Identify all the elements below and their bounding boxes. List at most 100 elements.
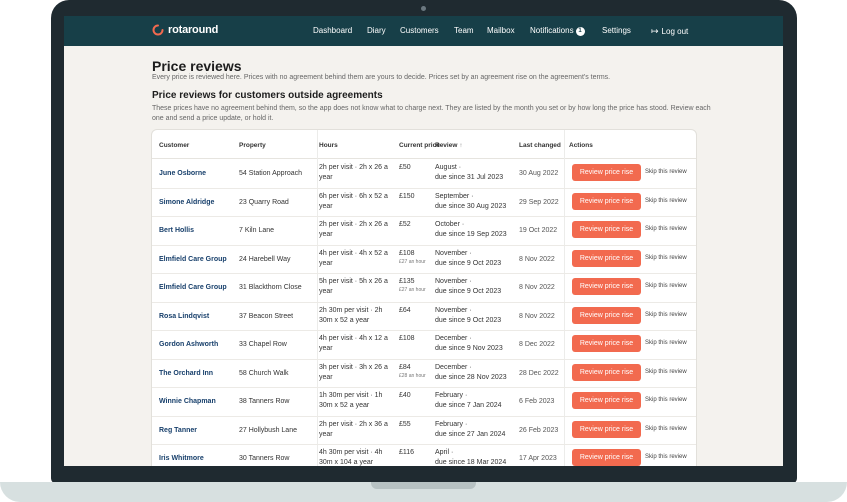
customer-name[interactable]: The Orchard Inn xyxy=(159,370,213,377)
laptop-notch xyxy=(371,482,476,489)
last-changed-date: 8 Nov 2022 xyxy=(519,255,555,263)
hours-cell: 2h per visit · 2h x 36 a year xyxy=(319,420,388,440)
current-price: £50 xyxy=(399,164,411,171)
review-month: February · xyxy=(435,420,468,428)
review-price-rise-button[interactable]: Review price rise xyxy=(572,249,641,267)
skip-review-link[interactable]: Skip this review xyxy=(645,169,687,175)
current-price: £52 xyxy=(399,221,411,228)
customer-name[interactable]: June Osborne xyxy=(159,170,206,177)
review-due: due since 30 Aug 2023 xyxy=(435,202,507,210)
skip-review-link[interactable]: Skip this review xyxy=(645,283,687,289)
nav-settings[interactable]: Settings xyxy=(602,26,631,35)
customer-name[interactable]: Iris Whitmore xyxy=(159,455,204,462)
header-review[interactable]: Review ↑ xyxy=(435,142,462,149)
hours-line: 3h per visit · 3h x 26 a xyxy=(319,363,388,371)
brand-logo[interactable]: rotaround xyxy=(152,24,218,36)
skip-review-link[interactable]: Skip this review xyxy=(645,198,687,204)
current-price: £108 xyxy=(399,249,415,257)
review-price-rise-button[interactable]: Review price rise xyxy=(572,221,641,238)
skip-review-link[interactable]: Skip this review xyxy=(645,397,687,403)
property-address: 37 Beacon Street xyxy=(239,312,294,320)
nav-team[interactable]: Team xyxy=(454,26,474,35)
hours-cell: 4h 30m per visit · 4h 30m x 104 a year xyxy=(319,448,382,466)
hours-line: year xyxy=(319,430,333,438)
review-due: due since 9 Oct 2023 xyxy=(435,259,502,267)
review-month: April · xyxy=(435,449,454,456)
nav-mailbox[interactable]: Mailbox xyxy=(487,26,515,35)
review-price-rise-button[interactable]: Review price rise xyxy=(572,392,641,409)
table-row: Rosa Lindqvist 37 Beacon Street 2h 30m per… xyxy=(152,302,696,331)
review-month: December · xyxy=(435,335,472,342)
skip-review-link[interactable]: Skip this review xyxy=(645,426,687,432)
current-price: £64 xyxy=(399,306,411,314)
last-changed-date: 28 Dec 2022 xyxy=(519,369,559,377)
table-row: Gordon Ashworth 33 Chapel Row 4h per visit… xyxy=(152,330,696,360)
table-row: Reg Tanner 27 Hollybush Lane 2h per visit … xyxy=(152,416,696,445)
hours-cell: 4h per visit · 4h x 12 a year xyxy=(319,334,388,354)
customer-name[interactable]: Reg Tanner xyxy=(159,427,197,434)
skip-review-link[interactable]: Skip this review xyxy=(645,312,687,318)
hours-line: year xyxy=(319,202,333,210)
skip-review-link[interactable]: Skip this review xyxy=(645,255,687,261)
current-price-cell: £108 £27 an hour xyxy=(399,249,426,267)
skip-review-link[interactable]: Skip this review xyxy=(645,369,687,375)
review-month: November · xyxy=(435,306,472,314)
review-price-rise-button[interactable]: Review price rise xyxy=(572,363,641,381)
current-price: £108 xyxy=(399,335,415,342)
hours-line: 1h 30m per visit · 1h xyxy=(319,392,383,399)
customer-name[interactable]: Gordon Ashworth xyxy=(159,341,218,348)
hours-cell: 2h 30m per visit · 2h 30m x 52 a year xyxy=(319,306,382,326)
nav-customers[interactable]: Customers xyxy=(400,26,439,35)
review-cell: October · due since 19 Sep 2023 xyxy=(435,220,507,240)
property-address: 24 Harebell Way xyxy=(239,255,291,263)
customer-name[interactable]: Bert Hollis xyxy=(159,227,194,234)
review-due: due since 9 Oct 2023 xyxy=(435,316,502,324)
page-title: Price reviews xyxy=(152,58,242,74)
table-row: Winnie Chapman 38 Tanners Row 1h 30m per v… xyxy=(152,387,696,417)
last-changed-date: 19 Oct 2022 xyxy=(519,227,558,234)
customer-name[interactable]: Rosa Lindqvist xyxy=(159,313,209,320)
hours-line: year xyxy=(319,288,333,295)
review-price-rise-button[interactable]: Review price rise xyxy=(572,449,641,466)
review-price-rise-button[interactable]: Review price rise xyxy=(572,192,641,210)
hours-line: year xyxy=(319,345,333,352)
hours-line: 30m x 104 a year xyxy=(319,459,374,466)
review-price-rise-button[interactable]: Review price rise xyxy=(572,335,641,352)
review-month: February · xyxy=(435,392,468,399)
review-cell: November · due since 9 Oct 2023 xyxy=(435,306,501,326)
review-cell: August · due since 31 Jul 2023 xyxy=(435,163,503,183)
nav-dashboard[interactable]: Dashboard xyxy=(313,26,352,35)
review-cell: December · due since 9 Nov 2023 xyxy=(435,334,503,354)
hours-line: 6h per visit · 6h x 52 a xyxy=(319,192,388,200)
hours-cell: 4h per visit · 4h x 52 a year xyxy=(319,249,388,269)
review-price-rise-button[interactable]: Review price rise xyxy=(572,278,641,295)
current-price-cell: £116 xyxy=(399,448,414,457)
review-price-rise-button[interactable]: Review price rise xyxy=(572,420,641,438)
header-hours: Hours xyxy=(319,142,338,149)
review-cell: April · due since 18 Mar 2024 xyxy=(435,448,506,466)
table-row: June Osborne 54 Station Approach 2h per vi… xyxy=(152,159,696,189)
review-month: September · xyxy=(435,192,474,200)
review-cell: September · due since 30 Aug 2023 xyxy=(435,192,506,212)
review-month: October · xyxy=(435,221,465,228)
review-price-rise-button[interactable]: Review price rise xyxy=(572,164,641,181)
current-price-cell: £55 xyxy=(399,420,411,429)
nav-diary[interactable]: Diary xyxy=(367,26,386,35)
top-navigation: rotaround Dashboard Diary Customers Team… xyxy=(64,16,783,46)
skip-review-link[interactable]: Skip this review xyxy=(645,340,687,346)
hourly-rate: £28 an hour xyxy=(399,372,426,379)
customer-name[interactable]: Elmfield Care Group xyxy=(159,256,227,263)
skip-review-link[interactable]: Skip this review xyxy=(645,454,687,460)
skip-review-link[interactable]: Skip this review xyxy=(645,226,687,232)
review-price-rise-button[interactable]: Review price rise xyxy=(572,306,641,324)
review-month: December · xyxy=(435,363,472,371)
nav-notifications[interactable]: Notifications 1 xyxy=(530,26,585,36)
logout-link[interactable]: ↦ Log out xyxy=(651,26,688,37)
hours-line: year xyxy=(319,231,333,238)
review-cell: November · due since 9 Oct 2023 xyxy=(435,277,501,297)
customer-name[interactable]: Elmfield Care Group xyxy=(159,284,227,291)
current-price-cell: £150 xyxy=(399,192,415,201)
hours-line: 2h per visit · 2h x 26 a xyxy=(319,221,388,228)
customer-name[interactable]: Simone Aldridge xyxy=(159,199,214,206)
customer-name[interactable]: Winnie Chapman xyxy=(159,398,216,405)
